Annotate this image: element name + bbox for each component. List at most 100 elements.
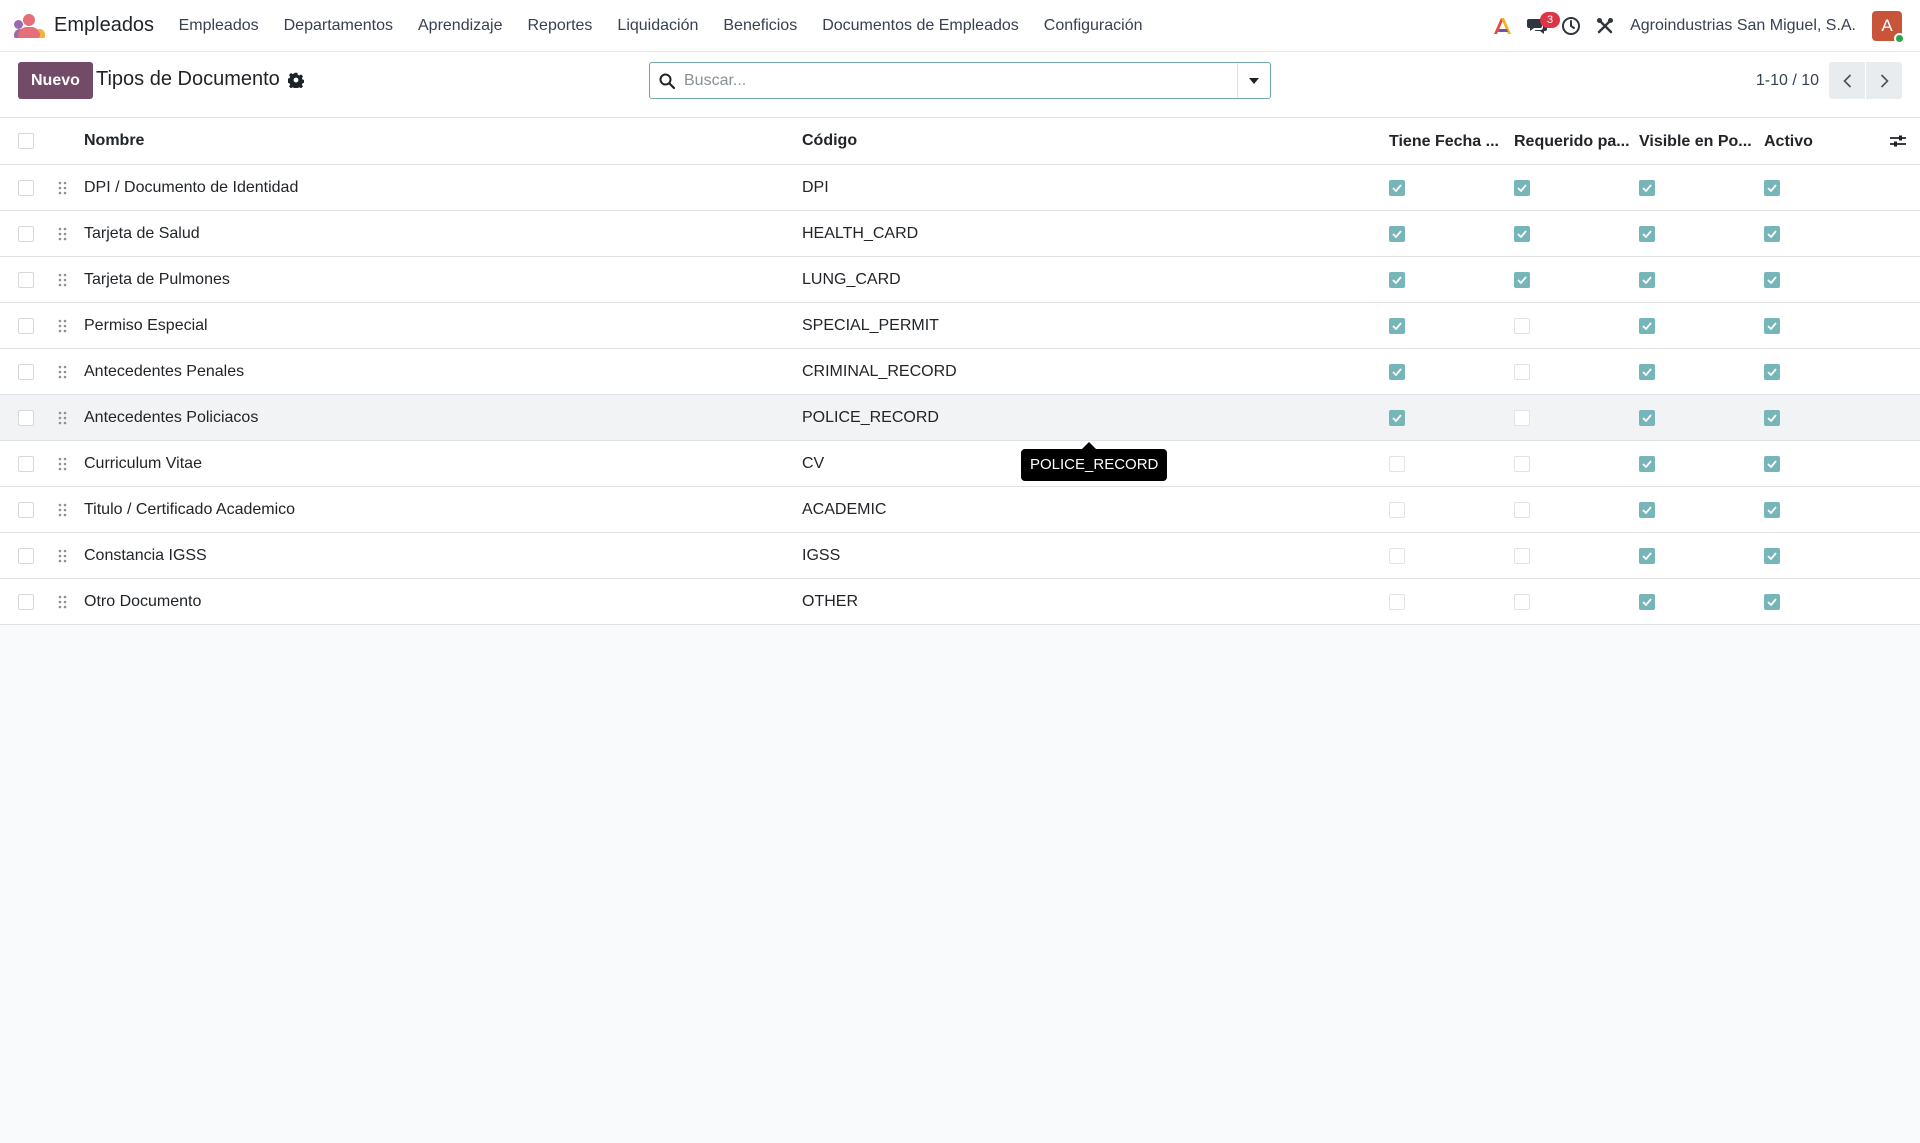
row-code[interactable]: OTHER xyxy=(802,579,1362,624)
pager-previous-button[interactable] xyxy=(1829,62,1865,99)
row-code[interactable]: IGSS xyxy=(802,533,1362,578)
row-name[interactable]: Antecedentes Policiacos xyxy=(84,395,784,440)
row-name[interactable]: Titulo / Certificado Academico xyxy=(84,487,784,532)
row-has-expiry-checkbox[interactable] xyxy=(1389,257,1507,302)
column-header-name[interactable]: Nombre xyxy=(84,118,784,164)
row-select-checkbox[interactable] xyxy=(18,211,35,256)
row-has-expiry-checkbox[interactable] xyxy=(1389,441,1507,486)
table-row[interactable]: Antecedentes Penales CRIMINAL_RECORD xyxy=(0,349,1920,395)
row-select-checkbox[interactable] xyxy=(18,441,35,486)
row-active-checkbox[interactable] xyxy=(1764,303,1882,348)
row-has-expiry-checkbox[interactable] xyxy=(1389,349,1507,394)
select-all-checkbox[interactable] xyxy=(18,118,35,164)
row-active-checkbox[interactable] xyxy=(1764,165,1882,210)
menu-item-aprendizaje[interactable]: Aprendizaje xyxy=(406,0,516,52)
row-name[interactable]: Otro Documento xyxy=(84,579,784,624)
row-code[interactable]: CRIMINAL_RECORD xyxy=(802,349,1362,394)
drag-handle-icon[interactable] xyxy=(58,257,72,302)
row-required-checkbox[interactable] xyxy=(1514,441,1632,486)
column-header-visible[interactable]: Visible en Po... xyxy=(1639,118,1757,164)
column-header-has-expiry[interactable]: Tiene Fecha ... xyxy=(1389,118,1507,164)
column-header-active[interactable]: Activo xyxy=(1764,118,1882,164)
drag-handle-icon[interactable] xyxy=(58,211,72,256)
row-name[interactable]: Tarjeta de Pulmones xyxy=(84,257,784,302)
drag-handle-icon[interactable] xyxy=(58,165,72,210)
row-visible-checkbox[interactable] xyxy=(1639,395,1757,440)
table-row[interactable]: Permiso Especial SPECIAL_PERMIT xyxy=(0,303,1920,349)
activity-clock-icon[interactable] xyxy=(1554,0,1588,52)
row-name[interactable]: Curriculum Vitae xyxy=(84,441,784,486)
drag-handle-icon[interactable] xyxy=(58,487,72,532)
row-active-checkbox[interactable] xyxy=(1764,533,1882,578)
drag-handle-icon[interactable] xyxy=(58,349,72,394)
row-code[interactable]: POLICE_RECORD xyxy=(802,395,1362,440)
debug-tools-icon[interactable] xyxy=(1588,0,1622,52)
table-row[interactable]: Tarjeta de Salud HEALTH_CARD xyxy=(0,211,1920,257)
menu-item-documentos-empleados[interactable]: Documentos de Empleados xyxy=(810,0,1032,52)
row-code[interactable]: ACADEMIC xyxy=(802,487,1362,532)
drag-handle-icon[interactable] xyxy=(58,533,72,578)
table-row[interactable]: Curriculum Vitae CV xyxy=(0,441,1920,487)
row-has-expiry-checkbox[interactable] xyxy=(1389,487,1507,532)
row-name[interactable]: Antecedentes Penales xyxy=(84,349,784,394)
table-row[interactable]: Tarjeta de Pulmones LUNG_CARD xyxy=(0,257,1920,303)
menu-item-empleados[interactable]: Empleados xyxy=(166,0,271,52)
row-visible-checkbox[interactable] xyxy=(1639,487,1757,532)
row-active-checkbox[interactable] xyxy=(1764,349,1882,394)
row-required-checkbox[interactable] xyxy=(1514,487,1632,532)
row-required-checkbox[interactable] xyxy=(1514,303,1632,348)
row-select-checkbox[interactable] xyxy=(18,395,35,440)
row-select-checkbox[interactable] xyxy=(18,533,35,578)
menu-item-configuracion[interactable]: Configuración xyxy=(1031,0,1155,52)
row-has-expiry-checkbox[interactable] xyxy=(1389,579,1507,624)
drag-handle-icon[interactable] xyxy=(58,395,72,440)
row-name[interactable]: DPI / Documento de Identidad xyxy=(84,165,784,210)
row-select-checkbox[interactable] xyxy=(18,487,35,532)
row-visible-checkbox[interactable] xyxy=(1639,211,1757,256)
row-name[interactable]: Tarjeta de Salud xyxy=(84,211,784,256)
row-visible-checkbox[interactable] xyxy=(1639,579,1757,624)
row-code[interactable]: LUNG_CARD xyxy=(802,257,1362,302)
table-row[interactable]: Titulo / Certificado Academico ACADEMIC xyxy=(0,487,1920,533)
row-visible-checkbox[interactable] xyxy=(1639,303,1757,348)
drag-handle-icon[interactable] xyxy=(58,303,72,348)
row-visible-checkbox[interactable] xyxy=(1639,349,1757,394)
row-active-checkbox[interactable] xyxy=(1764,257,1882,302)
row-select-checkbox[interactable] xyxy=(18,579,35,624)
row-visible-checkbox[interactable] xyxy=(1639,257,1757,302)
new-button[interactable]: Nuevo xyxy=(18,62,93,99)
messages-icon[interactable]: 3 xyxy=(1520,0,1561,52)
table-row[interactable]: Antecedentes Policiacos POLICE_RECORD xyxy=(0,395,1920,441)
row-has-expiry-checkbox[interactable] xyxy=(1389,211,1507,256)
row-select-checkbox[interactable] xyxy=(18,165,35,210)
row-active-checkbox[interactable] xyxy=(1764,579,1882,624)
menu-item-liquidacion[interactable]: Liquidación xyxy=(605,0,711,52)
app-brand[interactable]: Empleados xyxy=(14,0,154,52)
row-name[interactable]: Permiso Especial xyxy=(84,303,784,348)
gear-icon[interactable] xyxy=(287,72,304,88)
row-visible-checkbox[interactable] xyxy=(1639,441,1757,486)
row-active-checkbox[interactable] xyxy=(1764,441,1882,486)
search-input[interactable] xyxy=(684,63,1237,98)
row-required-checkbox[interactable] xyxy=(1514,257,1632,302)
pager-next-button[interactable] xyxy=(1866,62,1902,99)
row-has-expiry-checkbox[interactable] xyxy=(1389,303,1507,348)
row-code[interactable]: SPECIAL_PERMIT xyxy=(802,303,1362,348)
pager-value[interactable]: 1-10 / 10 xyxy=(1756,72,1819,90)
drag-handle-icon[interactable] xyxy=(58,441,72,486)
row-code[interactable]: HEALTH_CARD xyxy=(802,211,1362,256)
table-row[interactable]: Otro Documento OTHER xyxy=(0,579,1920,625)
menu-item-departamentos[interactable]: Departamentos xyxy=(271,0,405,52)
row-required-checkbox[interactable] xyxy=(1514,211,1632,256)
optional-columns-icon[interactable] xyxy=(1890,118,1910,164)
row-has-expiry-checkbox[interactable] xyxy=(1389,165,1507,210)
row-code[interactable]: DPI xyxy=(802,165,1362,210)
row-active-checkbox[interactable] xyxy=(1764,211,1882,256)
row-visible-checkbox[interactable] xyxy=(1639,533,1757,578)
row-select-checkbox[interactable] xyxy=(18,257,35,302)
ai-assistant-icon[interactable] xyxy=(1486,0,1520,52)
drag-handle-icon[interactable] xyxy=(58,579,72,624)
column-header-code[interactable]: Código xyxy=(802,118,1362,164)
row-has-expiry-checkbox[interactable] xyxy=(1389,533,1507,578)
row-required-checkbox[interactable] xyxy=(1514,165,1632,210)
